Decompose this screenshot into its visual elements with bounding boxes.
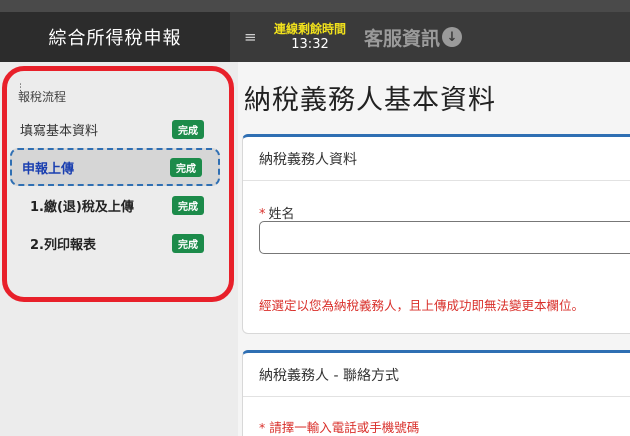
top-bar: ≡ 連線剩餘時間 13:32 客服資訊 ↓	[230, 12, 630, 62]
sidebar-item-print-report[interactable]: 2.列印報表 完成	[10, 224, 220, 262]
sidebar-item-label: 2.列印報表	[30, 237, 96, 253]
dots-icon: ⋮	[16, 83, 25, 93]
sidebar: ⋮ 報稅流程 填寫基本資料 完成 申報上傳 完成 1.繳(退)稅及上傳 完成 2…	[0, 62, 238, 436]
sidebar-item-pay-refund[interactable]: 1.繳(退)稅及上傳 完成	[10, 186, 220, 224]
name-input[interactable]	[259, 221, 630, 254]
sidebar-section-title: ⋮ 報稅流程	[16, 83, 67, 105]
hamburger-icon[interactable]: ≡	[244, 28, 258, 46]
card-header: 納稅義務人資料	[243, 137, 630, 181]
status-badge: 完成	[172, 195, 204, 215]
chevron-down-circle-icon: ↓	[442, 27, 463, 47]
required-mark: *	[259, 207, 266, 222]
status-badge: 完成	[172, 233, 204, 253]
timer-value: 13:32	[291, 37, 329, 52]
main-content: 納稅義務人基本資料 納稅義務人資料 * 姓名 經選定以您為納稅義務人，且上傳成功即…	[238, 62, 630, 436]
contact-card: 納稅義務人 - 聯絡方式 * 請擇一輸入電話或手機號碼	[242, 350, 630, 436]
taxpayer-info-card: 納稅義務人資料 * 姓名 經選定以您為納稅義務人，且上傳成功即無法變更本欄位。	[242, 134, 630, 334]
page-title: 納稅義務人基本資料	[244, 85, 496, 116]
status-badge: 完成	[172, 119, 204, 139]
contact-hint: * 請擇一輸入電話或手機號碼	[259, 420, 420, 435]
sidebar-section-label: 報稅流程	[18, 90, 67, 104]
sidebar-item-basic-info[interactable]: 填寫基本資料 完成	[10, 110, 220, 148]
app-title: 綜合所得稅申報	[0, 12, 230, 62]
session-timer: 連線剩餘時間 13:32	[274, 22, 346, 52]
name-field-label: * 姓名	[259, 203, 295, 222]
card-header: 納稅義務人 - 聯絡方式	[243, 353, 630, 397]
sidebar-item-label: 1.繳(退)稅及上傳	[30, 199, 134, 215]
status-badge: 完成	[170, 157, 202, 177]
sidebar-item-label: 申報上傳	[22, 161, 75, 177]
sidebar-item-upload[interactable]: 申報上傳 完成	[10, 148, 220, 186]
service-info-label: 客服資訊	[364, 27, 441, 50]
top-strip	[0, 0, 630, 12]
warning-notice: 經選定以您為納稅義務人，且上傳成功即無法變更本欄位。	[259, 298, 585, 313]
timer-label: 連線剩餘時間	[274, 22, 347, 36]
service-info-button[interactable]: 客服資訊 ↓	[364, 24, 463, 51]
sidebar-item-label: 填寫基本資料	[20, 123, 99, 139]
name-label-text: 姓名	[268, 207, 295, 222]
